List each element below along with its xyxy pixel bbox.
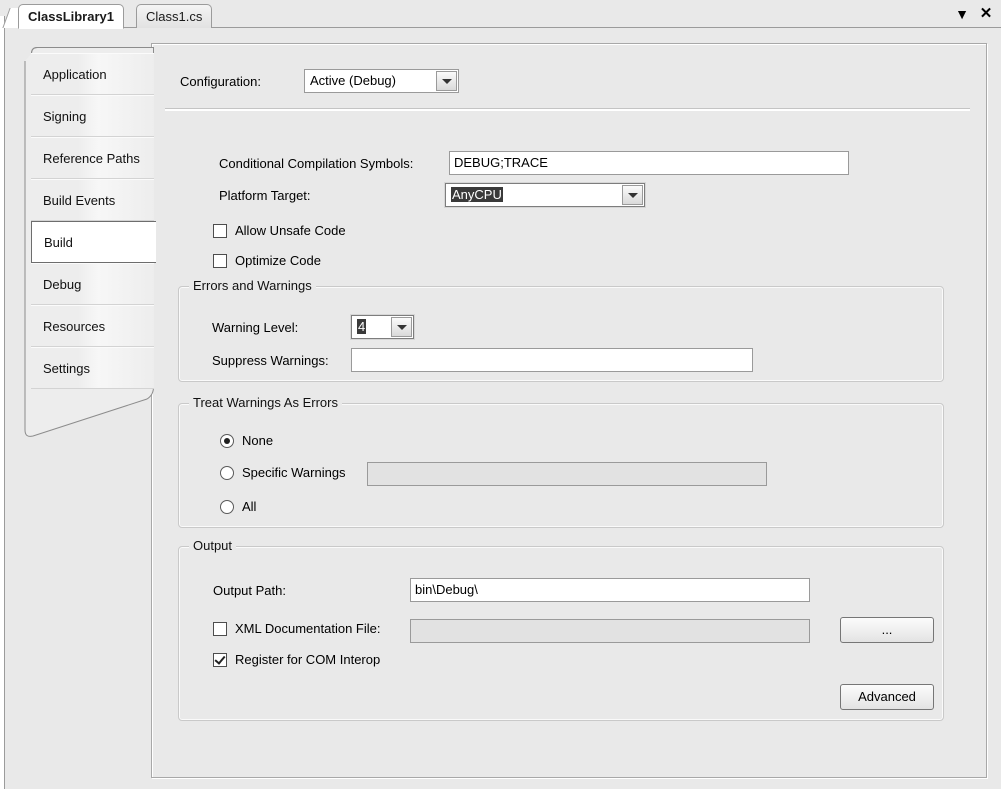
register-com-interop-row[interactable]: Register for COM Interop: [213, 652, 380, 667]
sidebar-item-reference-paths[interactable]: Reference Paths: [31, 137, 154, 179]
treat-warnings-as-errors-group: Treat Warnings As Errors None Specific W…: [178, 395, 944, 528]
sidebar-item-settings[interactable]: Settings: [31, 347, 154, 389]
sidebar-item-settings-label: Settings: [43, 361, 90, 376]
sidebar-item-debug[interactable]: Debug: [31, 263, 154, 305]
warning-level-row: Warning Level: 4: [212, 315, 414, 339]
sidebar-item-application-label: Application: [43, 67, 107, 82]
register-com-interop-label: Register for COM Interop: [235, 652, 381, 667]
output-path-value: bin\Debug\: [415, 582, 478, 597]
window-left-border: [0, 16, 5, 789]
conditional-symbols-label: Conditional Compilation Symbols:: [219, 155, 414, 171]
configuration-label: Configuration:: [180, 73, 261, 89]
register-com-interop-checkbox[interactable]: [213, 652, 227, 667]
suppress-warnings-label: Suppress Warnings:: [212, 352, 329, 368]
header-separator: [165, 108, 970, 111]
suppress-warnings-row: Suppress Warnings:: [212, 348, 753, 372]
platform-target-combobox[interactable]: AnyCPU: [445, 183, 645, 207]
tab-classlibrary1-label: ClassLibrary1: [28, 9, 114, 24]
tab-class1-cs[interactable]: Class1.cs: [136, 4, 213, 28]
build-settings-form: Configuration: Active (Debug) Conditiona…: [151, 43, 987, 778]
sidebar-item-reference-paths-label: Reference Paths: [43, 151, 140, 166]
allow-unsafe-code-row[interactable]: Allow Unsafe Code: [213, 223, 346, 238]
sidebar-item-resources-label: Resources: [43, 319, 106, 334]
treat-warnings-none-radio[interactable]: [220, 433, 234, 448]
advanced-button-label: Advanced: [858, 689, 916, 704]
suppress-warnings-input[interactable]: [351, 348, 753, 372]
allow-unsafe-code-checkbox[interactable]: [213, 223, 227, 238]
sidebar-item-debug-label: Debug: [43, 277, 82, 292]
conditional-symbols-value: DEBUG;TRACE: [454, 155, 548, 170]
tab-classlibrary1[interactable]: ClassLibrary1: [18, 4, 124, 29]
browse-output-path-button[interactable]: ...: [840, 617, 934, 643]
chevron-down-icon[interactable]: [391, 317, 412, 337]
chevron-down-icon[interactable]: ▼: [953, 5, 971, 23]
configuration-value: Active (Debug): [310, 73, 396, 88]
treat-warnings-as-errors-title: Treat Warnings As Errors: [189, 395, 342, 410]
sidebar-item-build-events-label: Build Events: [43, 193, 116, 208]
document-tab-strip: ClassLibrary1 Class1.cs ▼ ✕: [0, 0, 1001, 29]
optimize-code-checkbox[interactable]: [213, 253, 227, 268]
sidebar-item-signing-label: Signing: [43, 109, 87, 124]
platform-target-value: AnyCPU: [451, 187, 503, 202]
optimize-code-label: Optimize Code: [235, 253, 321, 268]
treat-warnings-option-all[interactable]: All: [220, 499, 256, 514]
configuration-row: Configuration: Active (Debug): [180, 69, 459, 93]
output-group: Output Output Path: bin\Debug\ ... XML D…: [178, 538, 944, 721]
output-path-row: Output Path: bin\Debug\: [213, 578, 810, 602]
specific-warnings-input[interactable]: [367, 462, 767, 486]
warning-level-value: 4: [357, 319, 367, 334]
close-icon[interactable]: ✕: [977, 5, 995, 23]
close-glyph: ✕: [979, 5, 993, 22]
platform-target-label: Platform Target:: [219, 187, 311, 203]
browse-output-path-label: ...: [881, 622, 893, 637]
treat-warnings-all-radio[interactable]: [220, 499, 234, 514]
tab-class1-cs-label: Class1.cs: [146, 9, 203, 24]
chevron-down-glyph: ▼: [955, 6, 969, 22]
project-properties-window: ClassLibrary1 Class1.cs ▼ ✕ Application …: [0, 0, 1001, 789]
chevron-down-icon[interactable]: [622, 185, 643, 205]
allow-unsafe-code-label: Allow Unsafe Code: [235, 223, 346, 238]
sidebar-item-build-events[interactable]: Build Events: [31, 179, 154, 221]
xml-documentation-checkbox[interactable]: [213, 621, 227, 636]
optimize-code-row[interactable]: Optimize Code: [213, 253, 321, 268]
xml-documentation-input[interactable]: [410, 619, 810, 643]
warning-level-combobox[interactable]: 4: [351, 315, 414, 339]
sidebar-item-list: Application Signing Reference Paths Buil…: [31, 53, 156, 389]
properties-category-sidebar: Application Signing Reference Paths Buil…: [23, 47, 156, 437]
platform-target-row: Platform Target: AnyCPU: [219, 183, 645, 207]
treat-warnings-all-label: All: [242, 499, 257, 514]
conditional-symbols-input[interactable]: DEBUG;TRACE: [449, 151, 849, 175]
sidebar-item-build-label: Build: [44, 235, 73, 250]
treat-warnings-none-label: None: [242, 433, 274, 448]
sidebar-item-build[interactable]: Build: [31, 221, 156, 263]
errors-and-warnings-title: Errors and Warnings: [189, 278, 316, 293]
errors-and-warnings-group: Errors and Warnings Warning Level: 4 Sup…: [178, 278, 944, 382]
treat-warnings-specific-label: Specific Warnings: [242, 465, 346, 480]
output-path-input[interactable]: bin\Debug\: [410, 578, 810, 602]
treat-warnings-option-none[interactable]: None: [220, 433, 273, 448]
output-path-label: Output Path:: [213, 582, 286, 598]
conditional-symbols-row: Conditional Compilation Symbols: DEBUG;T…: [219, 151, 849, 175]
sidebar-item-application[interactable]: Application: [31, 53, 154, 95]
xml-documentation-row[interactable]: XML Documentation File:: [213, 621, 380, 636]
output-title: Output: [189, 538, 237, 553]
configuration-combobox[interactable]: Active (Debug): [304, 69, 459, 93]
treat-warnings-specific-radio[interactable]: [220, 465, 234, 480]
xml-documentation-label: XML Documentation File:: [235, 621, 381, 636]
warning-level-label: Warning Level:: [212, 319, 299, 335]
chevron-down-icon[interactable]: [436, 71, 457, 91]
advanced-button[interactable]: Advanced: [840, 684, 934, 710]
treat-warnings-option-specific[interactable]: Specific Warnings: [220, 465, 346, 480]
sidebar-item-signing[interactable]: Signing: [31, 95, 154, 137]
sidebar-item-resources[interactable]: Resources: [31, 305, 154, 347]
